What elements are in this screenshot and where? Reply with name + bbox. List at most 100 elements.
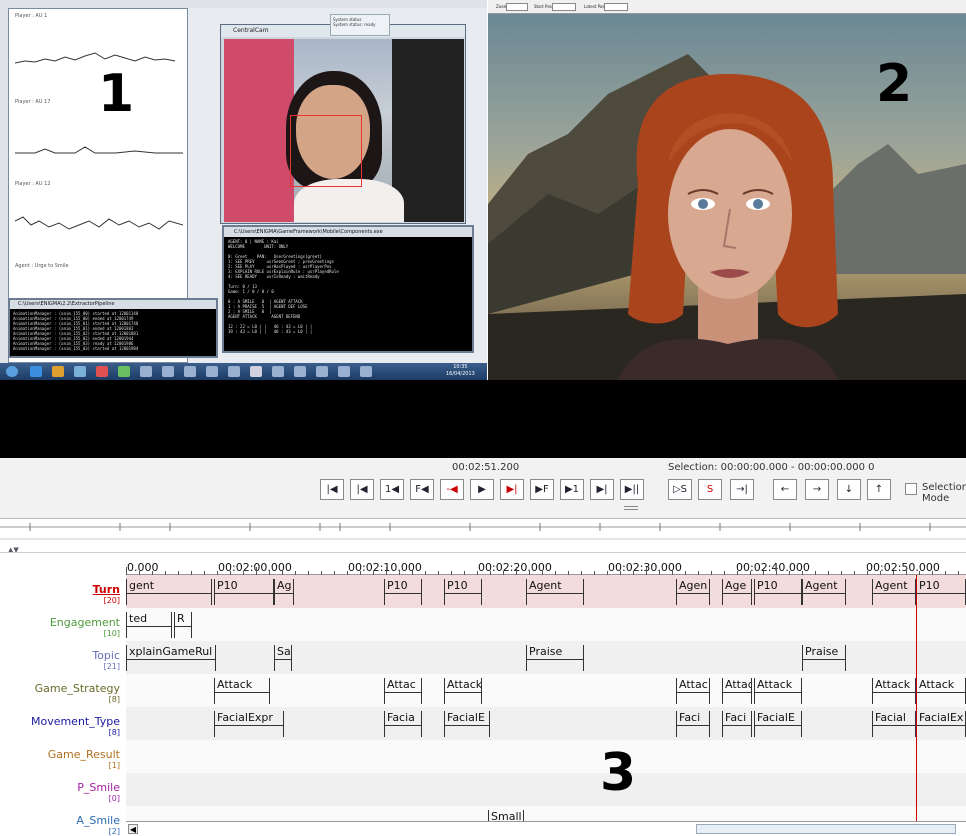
tier-row[interactable] [126, 608, 966, 641]
clear-selection-button[interactable]: S [698, 479, 722, 500]
annotation-movement[interactable]: Faci [676, 711, 710, 737]
start-position-field[interactable] [552, 3, 576, 11]
timeline-viewer[interactable]: 50.00000:02:00.00000:02:10.00000:02:20.0… [126, 553, 966, 835]
tier-count: [8] [108, 695, 120, 704]
annotation-strategy[interactable]: Attack [872, 678, 916, 704]
app-icon[interactable] [360, 366, 372, 377]
annotation-movement[interactable]: FacialEx [916, 711, 966, 737]
annotation-strategy[interactable]: Attac [676, 678, 710, 704]
log-output: AnimationManager : (anim_155_00) started… [13, 311, 139, 351]
annotation-movement[interactable]: Facial [872, 711, 916, 737]
annotation-topic[interactable]: Praise [526, 645, 584, 671]
app-icon[interactable] [140, 366, 152, 377]
previous-ms-button[interactable]: -◀ [440, 479, 464, 500]
signal-title: Agent : Urge to Smile [15, 263, 69, 269]
next-frame-button[interactable]: ▶F [530, 479, 554, 500]
annotation-turn[interactable]: Age [722, 579, 752, 605]
app-icon[interactable] [316, 366, 328, 377]
annotation-strategy[interactable]: Attack [214, 678, 270, 704]
app-icon[interactable] [294, 366, 306, 377]
time-tick [646, 567, 647, 575]
tier-name[interactable]: Game_Strategy [35, 682, 120, 695]
app-icon[interactable] [272, 366, 284, 377]
overview-ruler[interactable] [0, 518, 966, 544]
annotation-strategy[interactable]: Attack [754, 678, 802, 704]
annotation-topic[interactable]: xplainGameRul [126, 645, 216, 671]
annotation-turn[interactable]: Agent [802, 579, 846, 605]
start-icon[interactable] [6, 366, 18, 377]
annotation-strategy[interactable]: Attac [384, 678, 422, 704]
annotation-movement[interactable]: Faci [722, 711, 752, 737]
up-arrow-button[interactable]: ↑ [867, 479, 891, 500]
annotation-engagement[interactable]: R [174, 612, 192, 638]
annotation-movement[interactable]: Facia [384, 711, 422, 737]
previous-frame-button[interactable]: F◀ [410, 479, 434, 500]
tier-row[interactable] [126, 773, 966, 806]
next-ms-button[interactable]: ▶| [500, 479, 524, 500]
next-scroll-button[interactable]: ▶| [590, 479, 614, 500]
horizontal-scrollbar[interactable]: ◀ [126, 821, 966, 835]
tier-name[interactable]: Topic [92, 649, 120, 662]
scroll-left-button[interactable]: ◀ [128, 824, 138, 834]
app-icon[interactable] [74, 366, 86, 377]
explorer-icon[interactable] [52, 366, 64, 377]
app-icon[interactable] [184, 366, 196, 377]
left-arrow-button[interactable]: ← [773, 479, 797, 500]
app-icon[interactable] [96, 366, 108, 377]
camera-window[interactable]: CentralCam [220, 24, 466, 224]
annotation-topic[interactable]: Sa [274, 645, 292, 671]
annotation-turn[interactable]: P10 [754, 579, 802, 605]
playhead-cursor[interactable] [916, 575, 917, 835]
app-icon[interactable] [162, 366, 174, 377]
play-selection-button[interactable]: ▷S [668, 479, 692, 500]
app-icon[interactable] [250, 366, 262, 377]
annotation-strategy[interactable]: Attack [444, 678, 482, 704]
log-window[interactable]: C:\Users\ENIGMA\2.2\ExtractorPipeline An… [8, 298, 218, 358]
step-forward-second-button[interactable]: ▶1 [560, 479, 584, 500]
previous-scroll-button[interactable]: |◀ [350, 479, 374, 500]
annotation-strategy[interactable]: Attac [722, 678, 752, 704]
app-icon[interactable] [338, 366, 350, 377]
tier-name[interactable]: Game_Result [48, 748, 120, 761]
app-icon[interactable] [228, 366, 240, 377]
annotation-turn[interactable]: Agent [526, 579, 584, 605]
console-window[interactable]: C:\Users\ENIGMA\GameFramework\Mobile\Com… [222, 225, 474, 353]
splitter-grip[interactable] [624, 506, 638, 510]
app-icon[interactable] [206, 366, 218, 377]
play-button[interactable]: ▶ [470, 479, 494, 500]
panel-label-1: 1 [98, 64, 135, 124]
zoom-field[interactable] [506, 3, 528, 11]
browser-icon[interactable] [30, 366, 42, 377]
tier-row[interactable] [126, 740, 966, 773]
annotation-turn[interactable]: P10 [384, 579, 422, 605]
tier-label-column: Turn [20] Engagement [10] Topic [21] Game_Stra… [0, 553, 126, 836]
annotation-turn[interactable]: P10 [916, 579, 966, 605]
annotation-turn[interactable]: Agent [872, 579, 916, 605]
scroll-thumb[interactable] [696, 824, 956, 834]
tier-name[interactable]: Engagement [50, 616, 120, 629]
latest-position-field[interactable] [604, 3, 628, 11]
app-icon[interactable] [118, 366, 130, 377]
tier-name[interactable]: Turn [93, 583, 120, 596]
annotation-movement[interactable]: FacialExpr [214, 711, 284, 737]
annotation-turn[interactable]: Agen [676, 579, 710, 605]
annotation-engagement[interactable]: ted [126, 612, 172, 638]
annotation-turn[interactable]: Ag [274, 579, 294, 605]
annotation-movement[interactable]: FacialE [444, 711, 490, 737]
step-back-second-button[interactable]: 1◀ [380, 479, 404, 500]
annotation-turn[interactable]: gent [126, 579, 212, 605]
selection-mode-checkbox[interactable] [905, 483, 917, 495]
annotation-turn[interactable]: P10 [444, 579, 482, 605]
annotation-movement[interactable]: FacialE [754, 711, 802, 737]
right-arrow-button[interactable]: → [805, 479, 829, 500]
annotation-topic[interactable]: Praise [802, 645, 846, 671]
annotation-strategy[interactable]: Attack [916, 678, 966, 704]
tier-name[interactable]: P_Smile [77, 781, 120, 794]
go-to-end-button[interactable]: ▶|| [620, 479, 644, 500]
go-to-begin-button[interactable]: |◀ [320, 479, 344, 500]
tier-name[interactable]: Movement_Type [31, 715, 120, 728]
toggle-selection-button[interactable]: →| [730, 479, 754, 500]
annotation-turn[interactable]: P10 [214, 579, 274, 605]
down-arrow-button[interactable]: ↓ [837, 479, 861, 500]
tier-name[interactable]: A_Smile [76, 814, 120, 827]
